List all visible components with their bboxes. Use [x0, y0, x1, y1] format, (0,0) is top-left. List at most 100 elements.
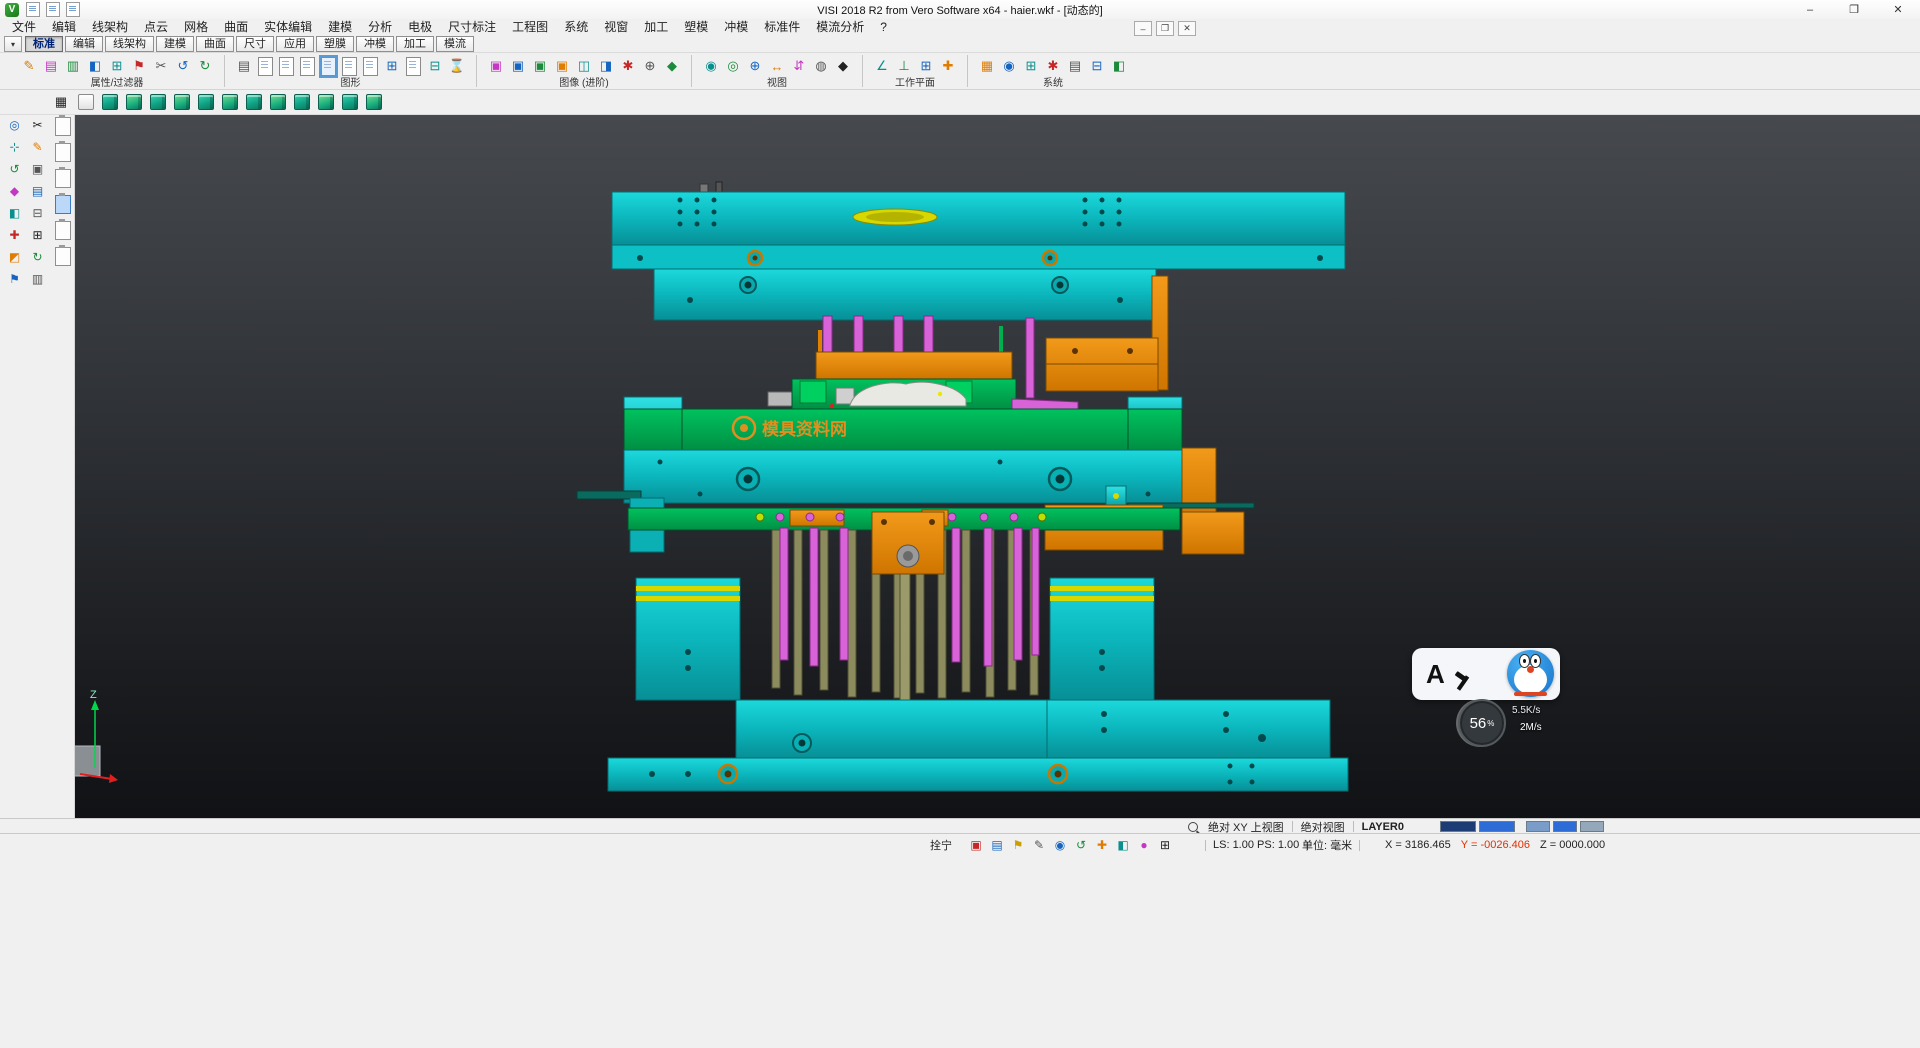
pan-icon[interactable]: [767, 56, 787, 76]
clipboard-icon[interactable]: [55, 117, 71, 136]
menu-item[interactable]: 塑模: [676, 19, 716, 36]
iso-view-cube-icon[interactable]: [198, 94, 214, 110]
notes-icon[interactable]: [28, 181, 47, 200]
ribbon-tab[interactable]: 塑膜: [316, 36, 354, 52]
iso-view-cube-icon[interactable]: [342, 94, 358, 110]
page-icon[interactable]: [363, 57, 378, 76]
menu-item[interactable]: 曲面: [216, 19, 256, 36]
zoom-window-icon[interactable]: [811, 56, 831, 76]
status-dot-icon[interactable]: [1136, 837, 1152, 853]
iso-view-cube-icon[interactable]: [366, 94, 382, 110]
color-swatch[interactable]: [1526, 821, 1550, 832]
calculator-icon[interactable]: [1087, 56, 1107, 76]
workplane-angle-icon[interactable]: [872, 56, 892, 76]
plane-icon[interactable]: [28, 159, 47, 178]
minimize-button[interactable]: –: [1788, 0, 1832, 19]
settings-grid-icon[interactable]: [1021, 56, 1041, 76]
menu-item[interactable]: 冲模: [716, 19, 756, 36]
rotate-icon[interactable]: [5, 159, 24, 178]
page-icon[interactable]: [300, 57, 315, 76]
iso-view-cube-icon[interactable]: [270, 94, 286, 110]
measure-icon[interactable]: [5, 247, 24, 266]
ribbon-tab[interactable]: 曲面: [196, 36, 234, 52]
open-document-icon[interactable]: [46, 2, 60, 17]
color-filter-icon[interactable]: [85, 56, 105, 76]
menu-item[interactable]: 工程图: [504, 19, 556, 36]
save-document-icon[interactable]: [66, 2, 80, 17]
grid-filter-icon[interactable]: [107, 56, 127, 76]
view-front-icon[interactable]: [701, 56, 721, 76]
mirror-icon[interactable]: [5, 203, 24, 222]
redo-icon[interactable]: [195, 56, 215, 76]
ribbon-tab[interactable]: 建模: [156, 36, 194, 52]
menu-item[interactable]: 建模: [320, 19, 360, 36]
status-undo-icon[interactable]: [1073, 837, 1089, 853]
mdi-close-button[interactable]: ✕: [1178, 21, 1196, 36]
multi-page-icon[interactable]: [382, 56, 402, 76]
maximize-button[interactable]: ❐: [1832, 0, 1876, 19]
view-list-icon[interactable]: [53, 94, 69, 110]
page-icon[interactable]: [342, 57, 357, 76]
layer-filter-icon[interactable]: [63, 56, 83, 76]
layers-icon[interactable]: [28, 269, 47, 288]
ribbon-tab[interactable]: 应用: [276, 36, 314, 52]
menu-item[interactable]: 标准件: [756, 19, 808, 36]
net-percent-badge[interactable]: 56%: [1458, 699, 1506, 747]
view-top-icon[interactable]: [723, 56, 743, 76]
rotate-view-icon[interactable]: [789, 56, 809, 76]
flag-filter-icon[interactable]: [129, 56, 149, 76]
menu-item[interactable]: 点云: [136, 19, 176, 36]
cut-icon[interactable]: [28, 115, 47, 134]
menu-item[interactable]: 尺寸标注: [440, 19, 504, 36]
ribbon-tab[interactable]: 编辑: [65, 36, 103, 52]
clipboard-icon[interactable]: [55, 169, 71, 188]
iso-view-cube-icon[interactable]: [150, 94, 166, 110]
page-icon[interactable]: [406, 57, 421, 76]
status-half-icon[interactable]: [1115, 837, 1131, 853]
status-target-icon[interactable]: [1052, 837, 1068, 853]
menu-item[interactable]: 模流分析: [808, 19, 872, 36]
chevron-down-icon[interactable]: ▾: [4, 36, 22, 52]
iso-view-cube-icon[interactable]: [174, 94, 190, 110]
section-view-icon[interactable]: [574, 56, 594, 76]
status-flag-icon[interactable]: [1010, 837, 1026, 853]
status-save-icon[interactable]: [989, 837, 1005, 853]
menu-item[interactable]: 视窗: [596, 19, 636, 36]
menu-item[interactable]: 网格: [176, 19, 216, 36]
clipboard-icon[interactable]: [55, 221, 71, 240]
workplane-grid-icon[interactable]: [916, 56, 936, 76]
layer-label[interactable]: LAYER0: [1362, 821, 1404, 833]
net-monitor-card[interactable]: A: [1412, 648, 1560, 700]
mdi-minimize-button[interactable]: –: [1134, 21, 1152, 36]
menu-item[interactable]: 文件: [4, 19, 44, 36]
menu-item[interactable]: ?: [872, 19, 895, 36]
view-iso-icon[interactable]: [745, 56, 765, 76]
flag-icon[interactable]: [5, 269, 24, 288]
page-layout-icon[interactable]: [425, 56, 445, 76]
menu-item[interactable]: 分析: [360, 19, 400, 36]
edit-attributes-icon[interactable]: [19, 56, 39, 76]
status-edit-icon[interactable]: [1031, 837, 1047, 853]
grid-toggle-icon[interactable]: [1157, 837, 1173, 853]
transparency-icon[interactable]: [596, 56, 616, 76]
iso-view-cube-icon[interactable]: [246, 94, 262, 110]
page-active-icon[interactable]: [321, 57, 336, 76]
revolve-icon[interactable]: [28, 247, 47, 266]
ribbon-tab[interactable]: 标准: [25, 36, 63, 52]
menu-item[interactable]: 实体编辑: [256, 19, 320, 36]
workplane-normal-icon[interactable]: [894, 56, 914, 76]
color-swatch[interactable]: [1553, 821, 1577, 832]
trim-icon[interactable]: [151, 56, 171, 76]
snap-icon[interactable]: [5, 137, 24, 156]
view-blank-icon[interactable]: [78, 94, 94, 110]
3d-viewport[interactable]: 模具资料网: [75, 115, 1920, 818]
mdi-restore-button[interactable]: ❐: [1156, 21, 1174, 36]
array-icon[interactable]: [28, 225, 47, 244]
menu-item[interactable]: 系统: [556, 19, 596, 36]
ribbon-tab[interactable]: 线架构: [105, 36, 154, 52]
shading-icon[interactable]: [508, 56, 528, 76]
color-swatch[interactable]: [1440, 821, 1476, 832]
clipboard-active-icon[interactable]: [55, 195, 71, 214]
solid-icon[interactable]: [5, 181, 24, 200]
iso-view-cube-icon[interactable]: [126, 94, 142, 110]
